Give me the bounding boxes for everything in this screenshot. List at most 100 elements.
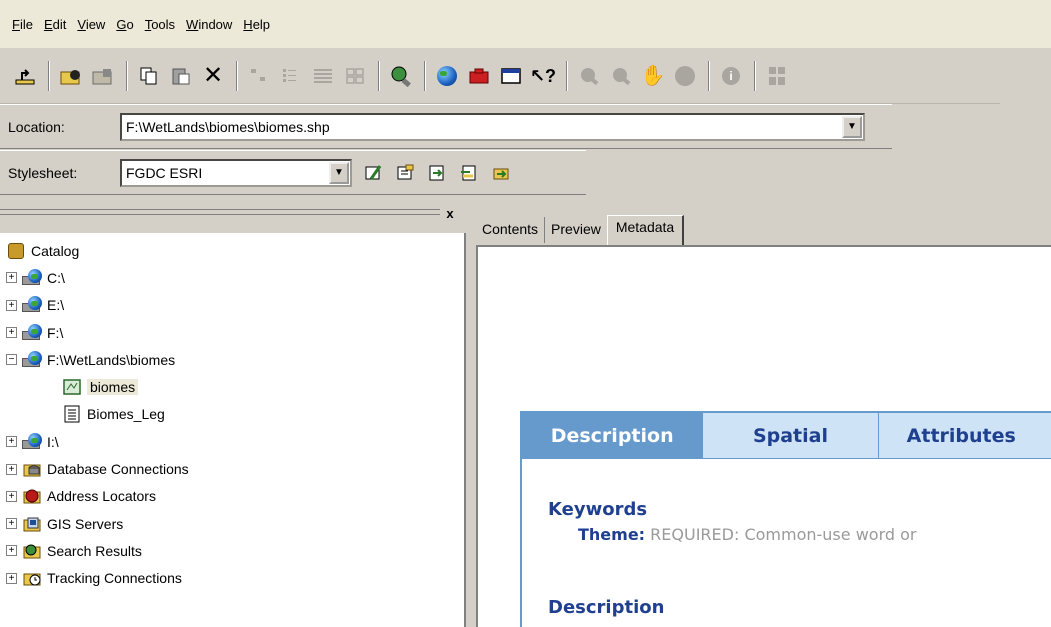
tree-item-c-drive[interactable]: + C:\ bbox=[6, 264, 456, 291]
drive-icon bbox=[22, 323, 42, 342]
view-tabs: Contents Preview Metadata bbox=[476, 213, 685, 245]
tree-item-catalog[interactable]: Catalog bbox=[6, 237, 456, 264]
metadata-tab-description[interactable]: Description bbox=[522, 413, 704, 459]
tree-item-label: I:\ bbox=[47, 433, 59, 450]
up-one-level-icon[interactable] bbox=[12, 63, 38, 89]
zoom-in-icon[interactable] bbox=[576, 63, 602, 89]
tree-item-f-drive[interactable]: + F:\ bbox=[6, 319, 456, 346]
expand-icon[interactable]: + bbox=[6, 327, 17, 339]
stylesheet-value[interactable]: FGDC ESRI bbox=[122, 165, 202, 181]
tree-item-database-connections[interactable]: + Database Connections bbox=[6, 455, 456, 482]
export-metadata-icon[interactable] bbox=[458, 162, 480, 184]
list-icon[interactable] bbox=[278, 63, 304, 89]
expand-icon[interactable]: + bbox=[6, 299, 17, 311]
search-icon[interactable] bbox=[388, 63, 414, 89]
menu-tools[interactable]: Tools bbox=[145, 17, 175, 32]
launch-arcmap-icon[interactable] bbox=[434, 63, 460, 89]
theme-key[interactable]: Theme: bbox=[578, 525, 645, 544]
close-icon[interactable]: x bbox=[442, 205, 458, 221]
delete-icon[interactable]: ✕ bbox=[200, 63, 226, 89]
menu-file[interactable]: File bbox=[12, 17, 33, 32]
tree-item-label: Biomes_Leg bbox=[87, 406, 165, 423]
toolbar-separator bbox=[236, 60, 238, 91]
tree-item-label: biomes bbox=[87, 379, 139, 396]
expand-icon[interactable]: + bbox=[6, 518, 17, 530]
menu-bar: File Edit View Go Tools Window Help bbox=[0, 0, 1051, 48]
metadata-section-tabs: Description Spatial Attributes bbox=[522, 413, 1051, 459]
tree-item-e-drive[interactable]: + E:\ bbox=[6, 292, 456, 319]
paste-icon[interactable] bbox=[168, 63, 194, 89]
tracking-connections-icon bbox=[22, 569, 42, 587]
zoom-out-icon[interactable] bbox=[608, 63, 634, 89]
arctoolbox-icon[interactable] bbox=[466, 63, 492, 89]
catalog-icon bbox=[6, 242, 26, 260]
large-icons-icon[interactable] bbox=[246, 63, 272, 89]
metadata-document: Description Spatial Attributes Keywords … bbox=[520, 411, 1051, 627]
thumbnails-icon[interactable] bbox=[342, 63, 368, 89]
expand-icon[interactable]: + bbox=[6, 436, 17, 448]
drive-icon bbox=[22, 296, 42, 314]
location-value[interactable]: F:\WetLands\biomes\biomes.shp bbox=[122, 119, 330, 135]
toolbar-separator bbox=[378, 60, 380, 91]
theme-value: REQUIRED: Common-use word or bbox=[650, 525, 917, 544]
tree-item-address-locators[interactable]: + Address Locators bbox=[6, 483, 456, 510]
tab-preview[interactable]: Preview bbox=[545, 217, 607, 243]
catalog-tree-panel: x Catalog + C:\ + E:\ + F:\ − F:\WetLand… bbox=[0, 197, 466, 627]
menu-window[interactable]: Window bbox=[186, 17, 232, 32]
location-label: Location: bbox=[8, 118, 65, 135]
tree-item-label: Address Locators bbox=[47, 488, 156, 505]
tree-item-search-results[interactable]: + Search Results bbox=[6, 537, 456, 564]
chevron-down-icon[interactable]: ▼ bbox=[842, 115, 862, 138]
connect-folder-icon[interactable] bbox=[58, 63, 84, 89]
create-thumbnail-icon[interactable] bbox=[764, 63, 790, 89]
tab-contents[interactable]: Contents bbox=[476, 217, 546, 243]
stylesheet-combobox[interactable]: FGDC ESRI ▼ bbox=[120, 158, 352, 187]
copy-icon[interactable] bbox=[136, 63, 162, 89]
description-heading[interactable]: Description bbox=[548, 597, 664, 618]
metadata-properties-icon[interactable] bbox=[394, 162, 416, 184]
identify-icon[interactable]: i bbox=[718, 63, 744, 89]
menu-help[interactable]: Help bbox=[243, 17, 270, 32]
expand-icon[interactable]: + bbox=[6, 490, 17, 502]
metadata-tab-spatial[interactable]: Spatial bbox=[703, 413, 879, 459]
update-metadata-icon[interactable] bbox=[490, 162, 512, 184]
keywords-heading[interactable]: Keywords bbox=[548, 499, 647, 520]
tree-item-wetlands-biomes-folder[interactable]: − F:\WetLands\biomes bbox=[6, 346, 456, 373]
drive-icon bbox=[22, 432, 42, 451]
disconnect-folder-icon[interactable] bbox=[90, 63, 116, 89]
full-extent-icon[interactable] bbox=[672, 63, 698, 89]
location-combobox[interactable]: F:\WetLands\biomes\biomes.shp ▼ bbox=[120, 112, 865, 141]
pan-icon[interactable]: ✋ bbox=[640, 63, 666, 89]
chevron-down-icon[interactable]: ▼ bbox=[329, 161, 349, 184]
tree-item-i-drive[interactable]: + I:\ bbox=[6, 428, 456, 455]
menu-edit[interactable]: Edit bbox=[44, 17, 66, 32]
toolbar-separator bbox=[126, 60, 128, 91]
expand-icon[interactable]: + bbox=[6, 545, 17, 557]
tree-item-label: Tracking Connections bbox=[47, 570, 182, 587]
collapse-icon[interactable]: − bbox=[6, 354, 17, 366]
whats-this-icon[interactable]: ↖? bbox=[530, 63, 556, 89]
menu-view[interactable]: View bbox=[77, 17, 105, 32]
command-line-icon[interactable] bbox=[498, 63, 524, 89]
expand-icon[interactable]: + bbox=[6, 572, 17, 584]
menu-go[interactable]: Go bbox=[116, 17, 133, 32]
tree-item-label: C:\ bbox=[47, 269, 65, 286]
toolbar-separator bbox=[708, 60, 710, 91]
import-metadata-icon[interactable] bbox=[426, 162, 448, 184]
details-icon[interactable] bbox=[310, 63, 336, 89]
expand-icon[interactable]: + bbox=[6, 272, 17, 284]
tree-item-tracking-connections[interactable]: + Tracking Connections bbox=[6, 565, 456, 592]
gis-servers-icon bbox=[22, 515, 42, 533]
address-locators-icon bbox=[22, 487, 42, 505]
tab-metadata[interactable]: Metadata bbox=[606, 215, 685, 245]
panel-grip[interactable] bbox=[0, 209, 440, 215]
tree-item-gis-servers[interactable]: + GIS Servers bbox=[6, 510, 456, 537]
metadata-viewer: Description Spatial Attributes Keywords … bbox=[476, 245, 1051, 627]
expand-icon[interactable]: + bbox=[6, 463, 17, 475]
metadata-tab-attributes[interactable]: Attributes bbox=[879, 413, 1051, 459]
tree-item-biomes-shapefile[interactable]: biomes bbox=[6, 373, 456, 400]
tree-item-biomes-leg-table[interactable]: Biomes_Leg bbox=[6, 401, 456, 428]
tree-item-label: F:\WetLands\biomes bbox=[47, 351, 176, 368]
edit-metadata-icon[interactable] bbox=[362, 162, 384, 184]
catalog-tree: Catalog + C:\ + E:\ + F:\ − F:\WetLands\… bbox=[6, 237, 456, 592]
